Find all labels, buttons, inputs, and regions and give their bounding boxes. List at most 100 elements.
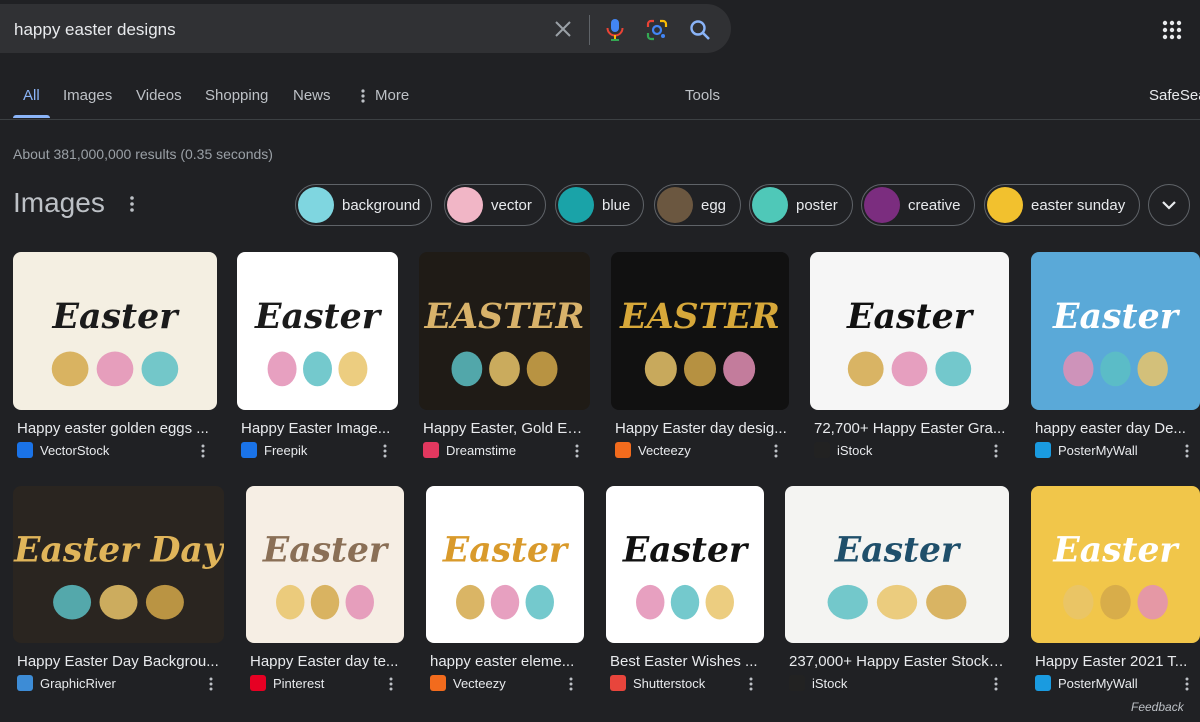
- image-result-card[interactable]: EASTER Happy Easter, Gold Ea... Dreamstime: [419, 252, 590, 462]
- search-input[interactable]: happy easter designs: [14, 20, 176, 40]
- result-source-row[interactable]: Vecteezy: [615, 442, 691, 458]
- tab-shopping[interactable]: Shopping: [205, 87, 268, 104]
- result-thumbnail[interactable]: Easter: [246, 486, 404, 643]
- feedback-link[interactable]: Feedback: [1131, 700, 1184, 714]
- chip-blue[interactable]: blue: [555, 184, 644, 226]
- result-thumbnail[interactable]: Easter: [606, 486, 764, 643]
- result-thumbnail[interactable]: Easter: [13, 252, 217, 410]
- source-favicon-icon: [814, 442, 830, 458]
- result-title[interactable]: Happy easter golden eggs ...: [17, 420, 215, 437]
- result-source-row[interactable]: Dreamstime: [423, 442, 516, 458]
- egg-illustration: [876, 584, 918, 620]
- egg-illustration: [847, 351, 884, 387]
- result-title[interactable]: Happy Easter day te...: [250, 653, 402, 670]
- search-icon[interactable]: [688, 18, 712, 47]
- result-menu-icon[interactable]: [195, 443, 211, 459]
- image-result-card[interactable]: Easter Best Easter Wishes ... Shutterstock: [606, 486, 764, 695]
- image-result-card[interactable]: Easter happy easter eleme... Vecteezy: [426, 486, 584, 695]
- chip-easter-sunday[interactable]: easter sunday: [984, 184, 1140, 226]
- chip-thumbnail: [298, 187, 334, 223]
- chip-egg[interactable]: egg: [654, 184, 741, 226]
- result-thumbnail[interactable]: Easter: [237, 252, 398, 410]
- result-title[interactable]: Happy Easter, Gold Ea...: [423, 420, 588, 437]
- result-title[interactable]: Happy Easter Image...: [241, 420, 396, 437]
- egg-illustration: [141, 351, 179, 387]
- result-source-row[interactable]: VectorStock: [17, 442, 109, 458]
- safesearch-button[interactable]: SafeSea: [1149, 87, 1200, 104]
- result-title[interactable]: Happy Easter 2021 T...: [1035, 653, 1198, 670]
- result-source-row[interactable]: Freepik: [241, 442, 307, 458]
- result-source-row[interactable]: Shutterstock: [610, 675, 705, 691]
- image-result-card[interactable]: Easter happy easter day De... PosterMyWall: [1031, 252, 1200, 462]
- result-source-row[interactable]: iStock: [814, 442, 872, 458]
- chip-poster[interactable]: poster: [749, 184, 853, 226]
- egg-illustration: [1137, 351, 1168, 387]
- result-source-row[interactable]: GraphicRiver: [17, 675, 116, 691]
- lens-search-icon[interactable]: [645, 18, 669, 47]
- clear-search-icon[interactable]: [552, 18, 574, 40]
- image-result-card[interactable]: Easter Happy Easter 2021 T... PosterMyWall: [1031, 486, 1200, 695]
- result-menu-icon[interactable]: [1179, 443, 1195, 459]
- active-tab-indicator: [13, 115, 50, 118]
- tab-videos[interactable]: Videos: [136, 87, 182, 104]
- result-menu-icon[interactable]: [377, 443, 393, 459]
- image-result-card[interactable]: Easter Happy Easter day te... Pinterest: [246, 486, 404, 695]
- voice-search-icon[interactable]: [604, 18, 626, 47]
- tab-images[interactable]: Images: [63, 87, 112, 104]
- result-title[interactable]: happy easter day De...: [1035, 420, 1198, 437]
- result-source-row[interactable]: PosterMyWall: [1035, 675, 1138, 691]
- result-menu-icon[interactable]: [569, 443, 585, 459]
- image-result-card[interactable]: EASTER Happy Easter day desig... Vecteezy: [611, 252, 789, 462]
- result-menu-icon[interactable]: [988, 676, 1004, 692]
- result-title[interactable]: 72,700+ Happy Easter Gra...: [814, 420, 1007, 437]
- result-thumbnail[interactable]: Easter: [1031, 252, 1200, 410]
- result-title[interactable]: 237,000+ Happy Easter Stock I...: [789, 653, 1007, 670]
- tab-all[interactable]: All: [23, 87, 40, 104]
- chips-scroll-next-button[interactable]: [1148, 184, 1190, 226]
- result-title[interactable]: Happy Easter Day Backgrou...: [17, 653, 222, 670]
- result-title[interactable]: Happy Easter day desig...: [615, 420, 787, 437]
- result-thumbnail[interactable]: Easter: [1031, 486, 1200, 643]
- result-thumbnail[interactable]: EASTER: [419, 252, 590, 410]
- result-menu-icon[interactable]: [768, 443, 784, 459]
- result-thumbnail[interactable]: Easter: [785, 486, 1009, 643]
- egg-illustration: [926, 584, 967, 620]
- tab-news[interactable]: News: [293, 87, 331, 104]
- apps-grid-icon[interactable]: [1162, 20, 1182, 45]
- result-menu-icon[interactable]: [563, 676, 579, 692]
- result-title[interactable]: Best Easter Wishes ...: [610, 653, 762, 670]
- egg-illustration: [1063, 351, 1094, 387]
- tools-button[interactable]: Tools: [685, 87, 720, 104]
- image-result-card[interactable]: Easter 237,000+ Happy Easter Stock I... iS…: [785, 486, 1009, 695]
- chip-vector[interactable]: vector: [444, 184, 546, 226]
- result-thumbnail[interactable]: EASTER: [611, 252, 789, 410]
- image-result-card[interactable]: Easter Happy Easter Image... Freepik: [237, 252, 398, 462]
- image-result-card[interactable]: Easter 72,700+ Happy Easter Gra... iStock: [810, 252, 1009, 462]
- images-section-menu-icon[interactable]: [128, 195, 136, 218]
- result-menu-icon[interactable]: [1179, 676, 1195, 692]
- result-title[interactable]: happy easter eleme...: [430, 653, 582, 670]
- chip-creative[interactable]: creative: [861, 184, 975, 226]
- chip-background[interactable]: background: [295, 184, 432, 226]
- result-source: iStock: [812, 675, 848, 691]
- result-thumbnail[interactable]: Easter: [426, 486, 584, 643]
- search-bar[interactable]: happy easter designs: [0, 4, 731, 53]
- thumbnail-lettering: Easter: [442, 530, 570, 570]
- result-source-row[interactable]: iStock: [789, 675, 847, 691]
- image-result-card[interactable]: Easter Happy easter golden eggs ... Vector…: [13, 252, 217, 462]
- source-favicon-icon: [1035, 675, 1051, 691]
- result-menu-icon[interactable]: [383, 676, 399, 692]
- result-menu-icon[interactable]: [743, 676, 759, 692]
- tab-more[interactable]: More: [358, 87, 409, 104]
- source-favicon-icon: [17, 675, 33, 691]
- result-source-row[interactable]: Vecteezy: [430, 675, 506, 691]
- result-menu-icon[interactable]: [203, 676, 219, 692]
- images-section-heading: Images: [13, 187, 105, 218]
- result-menu-icon[interactable]: [988, 443, 1004, 459]
- image-result-card[interactable]: Easter Day Happy Easter Day Backgrou... Gr…: [13, 486, 224, 695]
- result-thumbnail[interactable]: Easter Day: [13, 486, 224, 643]
- egg-illustration: [345, 584, 374, 620]
- result-source-row[interactable]: Pinterest: [250, 675, 324, 691]
- result-source-row[interactable]: PosterMyWall: [1035, 442, 1138, 458]
- result-thumbnail[interactable]: Easter: [810, 252, 1009, 410]
